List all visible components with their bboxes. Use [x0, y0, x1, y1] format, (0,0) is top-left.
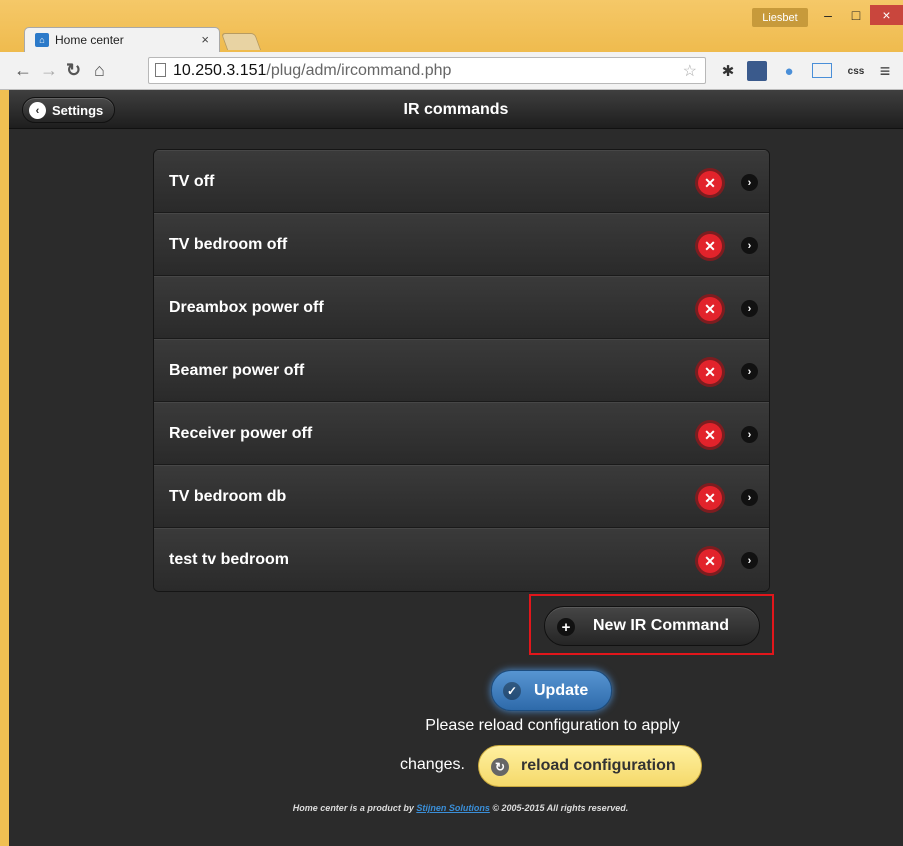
app-header: IR commands ‹ Settings — [9, 90, 903, 129]
settings-back-button[interactable]: ‹ Settings — [22, 97, 115, 123]
browser-toolbar: ← → ↻ ⌂ 10.250.3.151/plug/adm/ircommand.… — [0, 52, 903, 90]
minimize-button[interactable]: – — [814, 5, 842, 25]
new-ir-command-button[interactable]: + New IR Command — [544, 606, 760, 646]
highlight-box: + New IR Command — [529, 594, 774, 655]
tab-close-icon[interactable]: × — [201, 32, 209, 47]
command-label: TV bedroom off — [169, 235, 288, 253]
delete-icon[interactable]: ✕ — [698, 171, 722, 195]
home-favicon-icon: ⌂ — [35, 33, 49, 47]
reload-message-end: changes. — [400, 756, 465, 773]
window-close-button[interactable]: × — [870, 5, 903, 25]
list-item[interactable]: Beamer power off ✕ › — [154, 339, 769, 402]
footer-link[interactable]: Stijnen Solutions — [416, 803, 490, 813]
profile-badge[interactable]: Liesbet — [752, 8, 808, 27]
css-extension-icon[interactable]: css — [846, 61, 866, 81]
refresh-icon: ↻ — [491, 758, 509, 776]
reload-label: reload configuration — [521, 757, 676, 774]
chevron-right-icon[interactable]: › — [741, 426, 758, 443]
list-item[interactable]: TV off ✕ › — [154, 150, 769, 213]
home-icon[interactable]: ⌂ — [94, 60, 105, 80]
map-extension-icon[interactable] — [747, 61, 767, 81]
url-path: /plug/adm/ircommand.php — [266, 61, 452, 79]
tab-title: Home center — [55, 33, 124, 47]
page-icon — [155, 63, 166, 77]
update-button[interactable]: ✓ Update — [491, 670, 612, 711]
footer-suffix: © 2005-2015 All rights reserved. — [489, 803, 629, 813]
chevron-right-icon[interactable]: › — [741, 363, 758, 380]
url-host: 10.250.3.151 — [173, 61, 267, 79]
update-label: Update — [534, 681, 589, 699]
chevron-right-icon[interactable]: › — [741, 489, 758, 506]
footer-prefix: Home center is a product by — [292, 803, 417, 813]
list-item[interactable]: Receiver power off ✕ › — [154, 402, 769, 465]
chevron-left-icon: ‹ — [29, 102, 46, 119]
chevron-right-icon[interactable]: › — [741, 237, 758, 254]
command-label: Beamer power off — [169, 361, 305, 379]
command-label: test tv bedroom — [169, 551, 290, 568]
list-item[interactable]: test tv bedroom ✕ › — [154, 528, 769, 591]
menu-icon[interactable]: ≡ — [875, 61, 895, 81]
footer: Home center is a product by Stijnen Solu… — [9, 803, 903, 813]
chevron-right-icon[interactable]: › — [741, 174, 758, 191]
delete-icon[interactable]: ✕ — [698, 486, 722, 510]
check-icon: ✓ — [503, 682, 521, 700]
reload-icon[interactable]: ↻ — [66, 60, 81, 80]
ir-command-list: TV off ✕ › TV bedroom off ✕ › Dreambox p… — [153, 149, 770, 592]
command-label: Dreambox power off — [169, 298, 324, 316]
browser-titlebar: ⌂ Home center × Liesbet – □ × — [0, 0, 903, 52]
command-label: Receiver power off — [169, 424, 313, 442]
delete-icon[interactable]: ✕ — [698, 549, 722, 573]
chevron-right-icon[interactable]: › — [741, 552, 758, 569]
list-item[interactable]: TV bedroom off ✕ › — [154, 213, 769, 276]
reload-configuration-button[interactable]: ↻ reload configuration — [478, 745, 702, 787]
list-item[interactable]: TV bedroom db ✕ › — [154, 465, 769, 528]
plus-icon: + — [557, 618, 575, 636]
delete-icon[interactable]: ✕ — [698, 234, 722, 258]
app-area: IR commands ‹ Settings TV off ✕ › TV bed… — [0, 90, 903, 846]
page-title: IR commands — [403, 101, 509, 118]
chevron-right-icon[interactable]: › — [741, 300, 758, 317]
back-arrow-icon[interactable]: ← — [14, 60, 32, 80]
gear-extension-icon[interactable]: ✱ — [718, 61, 738, 81]
delete-icon[interactable]: ✕ — [698, 360, 722, 384]
list-item[interactable]: Dreambox power off ✕ › — [154, 276, 769, 339]
reload-message: Please reload configuration to apply — [425, 717, 680, 734]
ghost-extension-icon[interactable]: ● — [779, 61, 799, 81]
bookmark-star-icon[interactable]: ☆ — [683, 61, 697, 81]
address-bar[interactable]: 10.250.3.151/plug/adm/ircommand.php ☆ — [148, 57, 706, 84]
new-tab-button[interactable] — [220, 33, 262, 50]
command-label: TV off — [169, 172, 215, 190]
delete-icon[interactable]: ✕ — [698, 423, 722, 447]
browser-tab[interactable]: ⌂ Home center × — [24, 27, 220, 52]
back-label: Settings — [52, 102, 104, 118]
maximize-button[interactable]: □ — [842, 5, 870, 25]
command-label: TV bedroom db — [169, 487, 287, 505]
new-button-label: New IR Command — [593, 617, 730, 634]
delete-icon[interactable]: ✕ — [698, 297, 722, 321]
forward-arrow-icon[interactable]: → — [40, 60, 58, 80]
window-extension-icon[interactable] — [812, 63, 832, 78]
